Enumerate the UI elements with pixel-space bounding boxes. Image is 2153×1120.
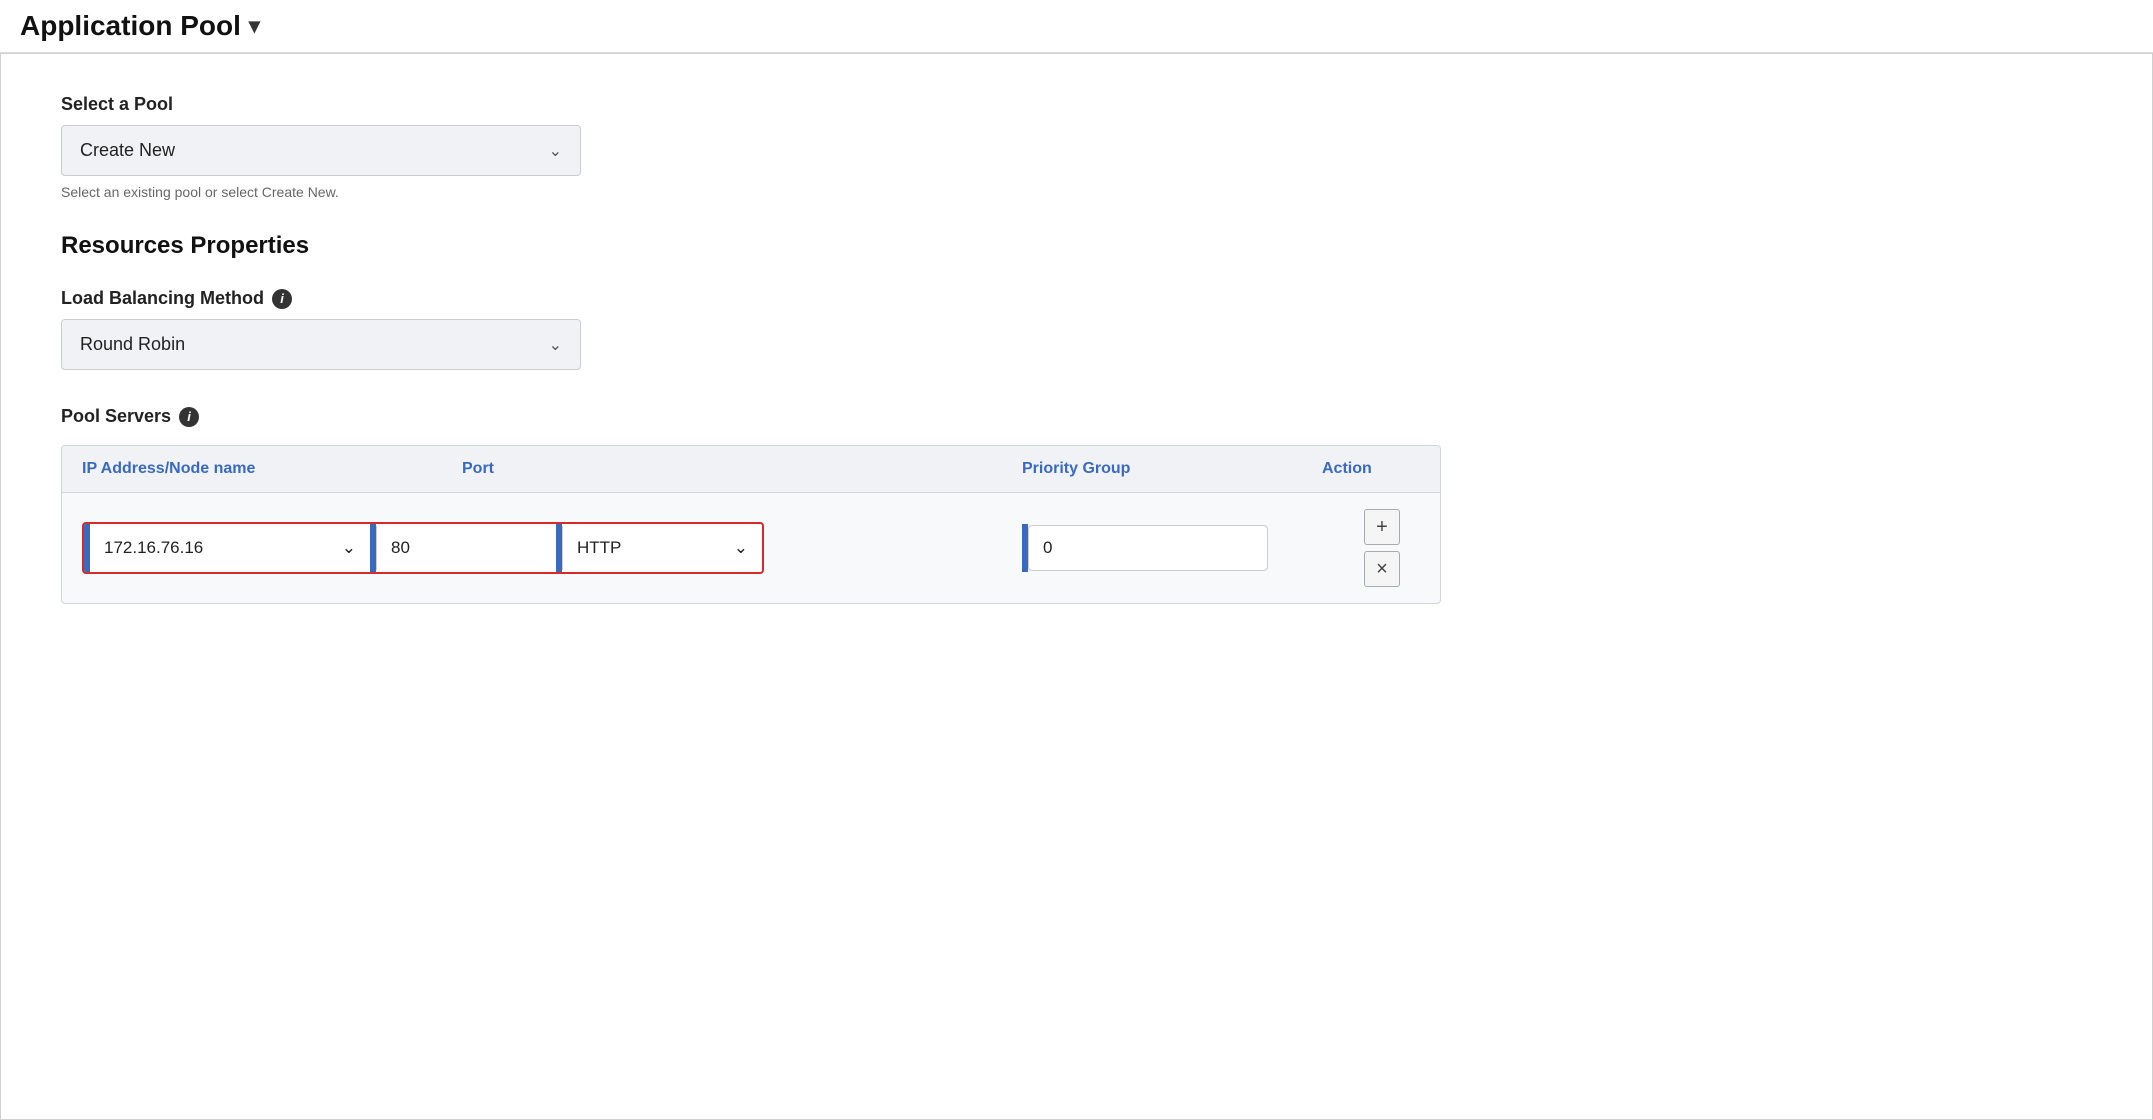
pool-select-dropdown[interactable]: Create New ⌄	[61, 125, 581, 176]
port-input[interactable]: 80	[376, 526, 556, 570]
action-cell: + ×	[1322, 509, 1441, 587]
select-pool-section: Select a Pool Create New ⌄ Select an exi…	[61, 94, 2092, 200]
header-title-text: Application Pool	[20, 10, 241, 42]
port-value: 80	[391, 538, 410, 558]
lb-chevron-icon: ⌄	[549, 335, 562, 355]
pool-selected-value: Create New	[80, 140, 175, 161]
resources-properties-section: Resources Properties Load Balancing Meth…	[61, 232, 2092, 604]
pool-servers-table: IP Address/Node name Port Priority Group…	[61, 445, 1441, 604]
remove-row-button[interactable]: ×	[1364, 551, 1400, 587]
pool-servers-info-icon: i	[179, 407, 199, 427]
pool-servers-label: Pool Servers	[61, 406, 171, 427]
priority-value: 0	[1043, 538, 1052, 557]
header-chevron-icon[interactable]: ▾	[249, 13, 260, 39]
select-pool-hint: Select an existing pool or select Create…	[61, 184, 2092, 200]
ip-address-value: 172.16.76.16	[104, 538, 203, 558]
pool-chevron-icon: ⌄	[549, 141, 562, 161]
lb-label-row: Load Balancing Method i	[61, 288, 2092, 309]
add-row-button[interactable]: +	[1364, 509, 1400, 545]
select-pool-label: Select a Pool	[61, 94, 2092, 115]
ip-chevron-icon: ⌄	[342, 538, 356, 558]
page-title: Application Pool ▾	[20, 10, 260, 42]
highlighted-cells: 172.16.76.16 ⌄ 80	[82, 522, 764, 574]
protocol-value: HTTP	[577, 538, 621, 558]
header-bar: Application Pool ▾	[0, 0, 2153, 53]
lb-method-dropdown[interactable]: Round Robin ⌄	[61, 319, 581, 370]
priority-input[interactable]: 0	[1028, 525, 1268, 571]
lb-method-label: Load Balancing Method	[61, 288, 264, 309]
col-header-empty	[742, 460, 1022, 478]
main-content: Select a Pool Create New ⌄ Select an exi…	[0, 53, 2153, 1120]
pool-servers-section: Pool Servers i IP Address/Node name Port…	[61, 406, 2092, 604]
col-header-ip: IP Address/Node name	[82, 460, 462, 478]
ip-address-dropdown[interactable]: 172.16.76.16 ⌄	[90, 526, 370, 570]
protocol-dropdown[interactable]: HTTP ⌄	[562, 526, 762, 570]
protocol-chevron-icon: ⌄	[734, 538, 748, 558]
table-body: 172.16.76.16 ⌄ 80	[62, 493, 1440, 603]
lb-info-icon: i	[272, 289, 292, 309]
resources-properties-title: Resources Properties	[61, 232, 2092, 260]
col-header-port: Port	[462, 460, 742, 478]
page-container: Application Pool ▾ Select a Pool Create …	[0, 0, 2153, 1120]
table-row: 172.16.76.16 ⌄ 80	[82, 509, 1420, 587]
pool-servers-label-row: Pool Servers i	[61, 406, 2092, 427]
priority-cell: 0	[1022, 524, 1322, 572]
table-header: IP Address/Node name Port Priority Group…	[62, 446, 1440, 493]
lb-selected-value: Round Robin	[80, 334, 185, 355]
col-header-action: Action	[1322, 460, 1441, 478]
col-header-priority: Priority Group	[1022, 460, 1322, 478]
lb-method-section: Load Balancing Method i Round Robin ⌄	[61, 288, 2092, 370]
